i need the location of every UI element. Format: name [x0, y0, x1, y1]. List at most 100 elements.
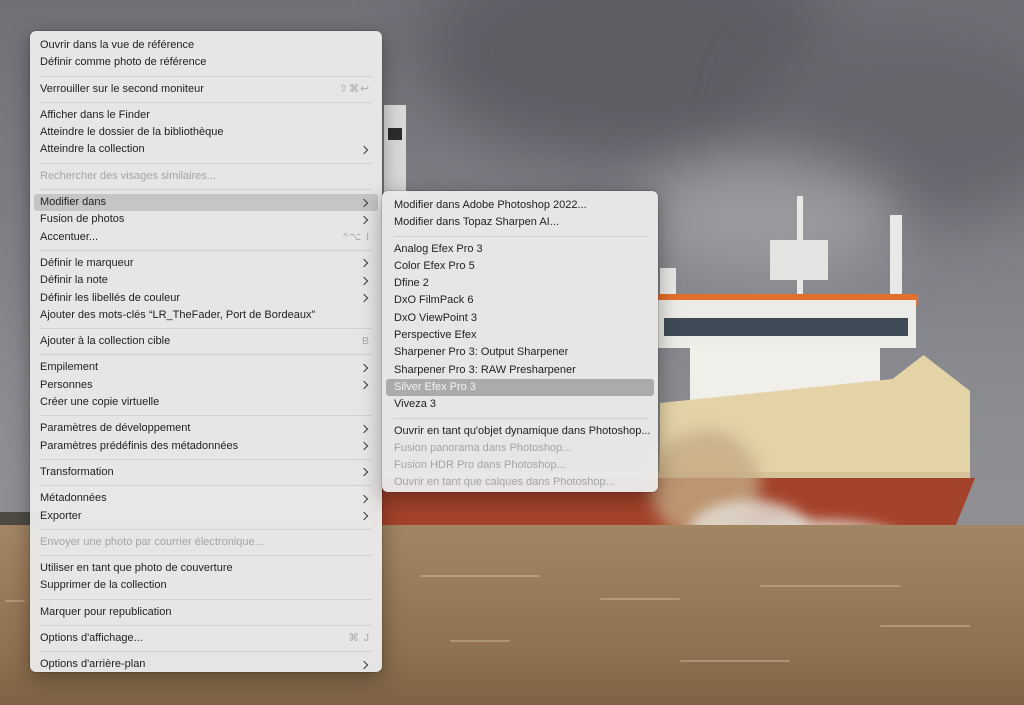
submenu-item-silver-efex[interactable]: Silver Efex Pro 3 [386, 378, 654, 397]
submenu-item-photoshop-2022[interactable]: Modifier dans Adobe Photoshop 2022... [382, 197, 658, 214]
chevron-right-icon [360, 508, 370, 525]
menu-item-set-reference-photo[interactable]: Définir comme photo de référence [30, 54, 382, 71]
submenu-item-smart-object[interactable]: Ouvrir en tant qu'objet dynamique dans P… [382, 423, 658, 440]
menu-item-label: Créer une copie virtuelle [40, 396, 160, 409]
menu-separator [40, 415, 372, 417]
menu-item-transform[interactable]: Transformation [30, 464, 382, 481]
menu-item-label: Exporter [40, 509, 82, 522]
menu-item-set-rating[interactable]: Définir la note [30, 272, 382, 289]
menu-item-export[interactable]: Exporter [30, 508, 382, 525]
submenu-item-panorama: Fusion panorama dans Photoshop... [382, 440, 658, 457]
menu-item-create-virtual-copy[interactable]: Créer une copie virtuelle [30, 394, 382, 411]
submenu-item-perspective-efex[interactable]: Perspective Efex [382, 327, 658, 344]
menu-item-email-photo: Envoyer une photo par courrier électroni… [30, 534, 382, 551]
menu-item-label: Options d'arrière-plan [40, 658, 146, 671]
menu-item-shortcut: ⌘ J [348, 632, 370, 645]
menu-item-label: Supprimer de la collection [40, 579, 167, 592]
context-menu: Ouvrir dans la vue de référence Définir c… [30, 31, 382, 672]
menu-separator [40, 598, 372, 600]
menu-item-metadata-presets[interactable]: Paramètres prédéfinis des métadonnées [30, 438, 382, 455]
menu-item-stacking[interactable]: Empilement [30, 359, 382, 376]
menu-item-label: Verrouiller sur le second moniteur [40, 82, 204, 95]
menu-item-go-to-library-folder[interactable]: Atteindre le dossier de la bibliothèque [30, 124, 382, 141]
submenu-item-analog-efex[interactable]: Analog Efex Pro 3 [382, 241, 658, 258]
chevron-right-icon [360, 255, 370, 272]
menu-item-label: Atteindre la collection [40, 143, 145, 156]
menu-item-label: Fusion de photos [40, 213, 125, 226]
menu-item-label: Métadonnées [40, 492, 107, 505]
menu-separator [40, 625, 372, 627]
menu-item-photo-merge[interactable]: Fusion de photos [30, 211, 382, 228]
chevron-right-icon [360, 656, 370, 673]
chevron-right-icon [360, 420, 370, 437]
menu-item-use-as-cover[interactable]: Utiliser en tant que photo de couverture [30, 560, 382, 577]
menu-separator [40, 162, 372, 164]
menu-item-label: Empilement [40, 361, 99, 374]
menu-item-label: Définir la note [40, 274, 108, 287]
menu-item-label: Paramètres prédéfinis des métadonnées [40, 439, 239, 452]
menu-item-label: Envoyer une photo par courrier électroni… [40, 535, 264, 548]
submenu-item-dxo-viewpoint[interactable]: DxO ViewPoint 3 [382, 310, 658, 327]
submenu-item-color-efex[interactable]: Color Efex Pro 5 [382, 258, 658, 275]
menu-item-label: Utiliser en tant que photo de couverture [40, 562, 233, 575]
menu-item-label: Définir comme photo de référence [40, 56, 207, 69]
menu-item-lock-second-monitor[interactable]: Verrouiller sur le second moniteur ⇧⌘↩ [30, 81, 382, 98]
chevron-right-icon [360, 359, 370, 376]
menu-separator [40, 485, 372, 487]
menu-separator [40, 75, 372, 77]
menu-item-remove-from-collection[interactable]: Supprimer de la collection [30, 577, 382, 594]
submenu-item-viveza[interactable]: Viveza 3 [382, 396, 658, 413]
menu-separator [394, 235, 648, 237]
menu-item-shortcut: B [361, 335, 370, 348]
menu-item-set-color-label[interactable]: Définir les libellés de couleur [30, 290, 382, 307]
menu-item-mark-to-republish[interactable]: Marquer pour republication [30, 604, 382, 621]
menu-item-develop-settings[interactable]: Paramètres de développement [30, 420, 382, 437]
menu-separator [40, 101, 372, 103]
chevron-right-icon [360, 141, 370, 158]
menu-item-go-to-collection[interactable]: Atteindre la collection [30, 141, 382, 158]
menu-separator [40, 555, 372, 557]
menu-separator [40, 354, 372, 356]
menu-item-label: Color Efex Pro 5 [394, 259, 475, 272]
edit-in-submenu: Modifier dans Adobe Photoshop 2022... Mod… [382, 191, 658, 492]
submenu-item-sharpener-raw[interactable]: Sharpener Pro 3: RAW Presharpener [382, 362, 658, 379]
menu-item-background-options[interactable]: Options d'arrière-plan [30, 656, 382, 673]
menu-item-open-reference-view[interactable]: Ouvrir dans la vue de référence [30, 37, 382, 54]
menu-item-enhance[interactable]: Accentuer... ^⌥ I [30, 229, 382, 246]
menu-item-label: Définir les libellés de couleur [40, 291, 181, 304]
chevron-right-icon [360, 211, 370, 228]
menu-item-label: Paramètres de développement [40, 422, 191, 435]
menu-item-add-to-target-collection[interactable]: Ajouter à la collection cible B [30, 333, 382, 350]
chevron-right-icon [360, 464, 370, 481]
chevron-right-icon [360, 290, 370, 307]
chevron-right-icon [360, 438, 370, 455]
menu-item-shortcut: ^⌥ I [343, 230, 370, 243]
menu-item-people[interactable]: Personnes [30, 377, 382, 394]
menu-item-metadata[interactable]: Métadonnées [30, 490, 382, 507]
menu-item-shortcut: ⇧⌘↩ [338, 82, 370, 95]
menu-item-view-options[interactable]: Options d'affichage... ⌘ J [30, 630, 382, 647]
menu-item-label: Sharpener Pro 3: Output Sharpener [394, 346, 569, 359]
menu-item-label: Transformation [40, 465, 114, 478]
menu-item-add-keywords[interactable]: Ajouter des mots-clés “LR_TheFader, Port… [30, 307, 382, 324]
menu-item-label: Rechercher des visages similaires... [40, 169, 217, 182]
submenu-item-topaz-sharpen[interactable]: Modifier dans Topaz Sharpen AI... [382, 214, 658, 231]
submenu-item-sharpener-output[interactable]: Sharpener Pro 3: Output Sharpener [382, 344, 658, 361]
menu-item-show-in-finder[interactable]: Afficher dans le Finder [30, 107, 382, 124]
menu-item-label: Définir le marqueur [40, 256, 134, 269]
menu-item-set-flag[interactable]: Définir le marqueur [30, 255, 382, 272]
menu-item-label: DxO ViewPoint 3 [394, 311, 477, 324]
menu-item-label: Ouvrir en tant qu'objet dynamique dans P… [394, 424, 651, 437]
menu-item-find-similar-faces: Rechercher des visages similaires... [30, 168, 382, 185]
menu-item-label: Accentuer... [40, 230, 99, 243]
submenu-item-dxo-filmpack[interactable]: DxO FilmPack 6 [382, 292, 658, 309]
menu-item-edit-in[interactable]: Modifier dans [34, 194, 378, 212]
submenu-item-layers: Ouvrir en tant que calques dans Photosho… [382, 474, 658, 491]
submenu-item-hdr-pro: Fusion HDR Pro dans Photoshop... [382, 457, 658, 474]
chevron-right-icon [360, 490, 370, 507]
menu-item-label: Ouvrir en tant que calques dans Photosho… [394, 476, 615, 489]
chevron-right-icon [360, 272, 370, 289]
submenu-item-dfine[interactable]: Dfine 2 [382, 275, 658, 292]
menu-item-label: Dfine 2 [394, 277, 429, 290]
menu-separator [40, 328, 372, 330]
